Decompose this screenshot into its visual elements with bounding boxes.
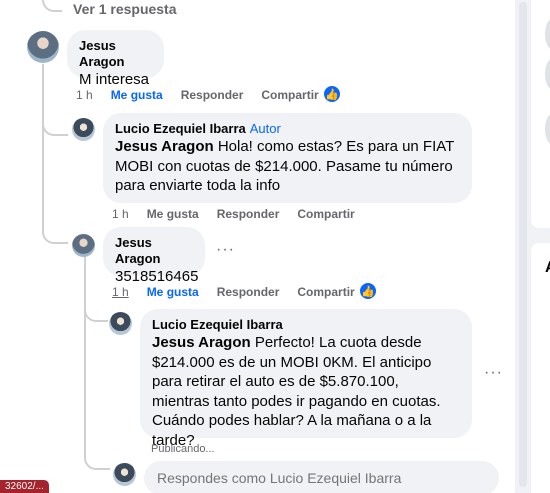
like-button[interactable]: Me gusta bbox=[111, 88, 163, 102]
reply-input[interactable] bbox=[144, 461, 499, 493]
comment-bubble: Lucio Ezequiel Ibarra Autor Jesus Aragon … bbox=[103, 113, 472, 203]
comment-author[interactable]: Jesus Aragon bbox=[79, 38, 152, 70]
comment-bubble: Jesus Aragon M interesa bbox=[67, 30, 164, 88]
comment-author[interactable]: Lucio Ezequiel Ibarra bbox=[115, 121, 246, 136]
reply-button[interactable]: Responder bbox=[181, 88, 244, 102]
view-replies-link[interactable]: Ver 1 respuesta bbox=[73, 1, 177, 17]
comment-text: Perfecto! La cuota desde $214.000 es de … bbox=[152, 334, 441, 449]
sidebar-heading: A bbox=[545, 259, 550, 277]
like-reaction-icon[interactable]: 👍 bbox=[323, 85, 341, 103]
scrollbar-thumb[interactable] bbox=[519, 2, 527, 487]
like-button[interactable]: Me gusta bbox=[147, 285, 199, 299]
comment-actions: 1 h Me gusta Responder Compartir bbox=[112, 207, 355, 221]
comment-time[interactable]: 1 h bbox=[112, 285, 129, 299]
avatar[interactable] bbox=[27, 31, 59, 63]
thread-line bbox=[84, 322, 86, 448]
comment-actions: 1 h Me gusta Responder Compartir bbox=[76, 88, 319, 102]
mention-link[interactable]: Jesus Aragon bbox=[115, 138, 214, 155]
scrollbar[interactable] bbox=[519, 0, 527, 493]
reply-button[interactable]: Responder bbox=[217, 285, 280, 299]
publishing-status: Publicando... bbox=[151, 443, 215, 455]
avatar[interactable] bbox=[72, 234, 95, 257]
comment-text: M interesa bbox=[79, 71, 150, 88]
avatar bbox=[113, 463, 136, 486]
comment-bubble: Lucio Ezequiel Ibarra Jesus Aragon Perfe… bbox=[140, 309, 472, 449]
reply-button[interactable]: Responder bbox=[217, 207, 280, 221]
comment-time[interactable]: 1 h bbox=[76, 88, 93, 102]
comment-author[interactable]: Lucio Ezequiel Ibarra bbox=[152, 317, 460, 333]
status-url: 32602/... bbox=[0, 480, 49, 493]
sidebar-card bbox=[531, 243, 550, 493]
comment-bubble: Jesus Aragon 3518516465 bbox=[103, 227, 205, 285]
comment-author[interactable]: Jesus Aragon bbox=[115, 235, 193, 267]
author-badge: Autor bbox=[249, 121, 281, 136]
comment-time[interactable]: 1 h bbox=[112, 207, 129, 221]
thread-connector bbox=[84, 440, 110, 470]
thread-connector bbox=[84, 300, 108, 322]
share-button[interactable]: Compartir bbox=[297, 285, 354, 299]
avatar[interactable] bbox=[72, 118, 95, 141]
mention-link[interactable]: Jesus Aragon bbox=[152, 334, 251, 351]
like-reaction-icon[interactable]: 👍 bbox=[359, 282, 377, 300]
thread-line bbox=[42, 64, 44, 234]
share-button[interactable]: Compartir bbox=[297, 207, 354, 221]
avatar[interactable] bbox=[109, 312, 132, 335]
thread-connector bbox=[42, 220, 68, 244]
comment-text: 3518516465 bbox=[115, 268, 199, 285]
comment-actions: 1 h Me gusta Responder Compartir bbox=[112, 285, 355, 299]
more-options-icon[interactable]: ··· bbox=[484, 364, 503, 382]
share-button[interactable]: Compartir bbox=[261, 88, 318, 102]
more-options-icon[interactable]: ··· bbox=[216, 241, 235, 259]
like-button[interactable]: Me gusta bbox=[147, 207, 199, 221]
